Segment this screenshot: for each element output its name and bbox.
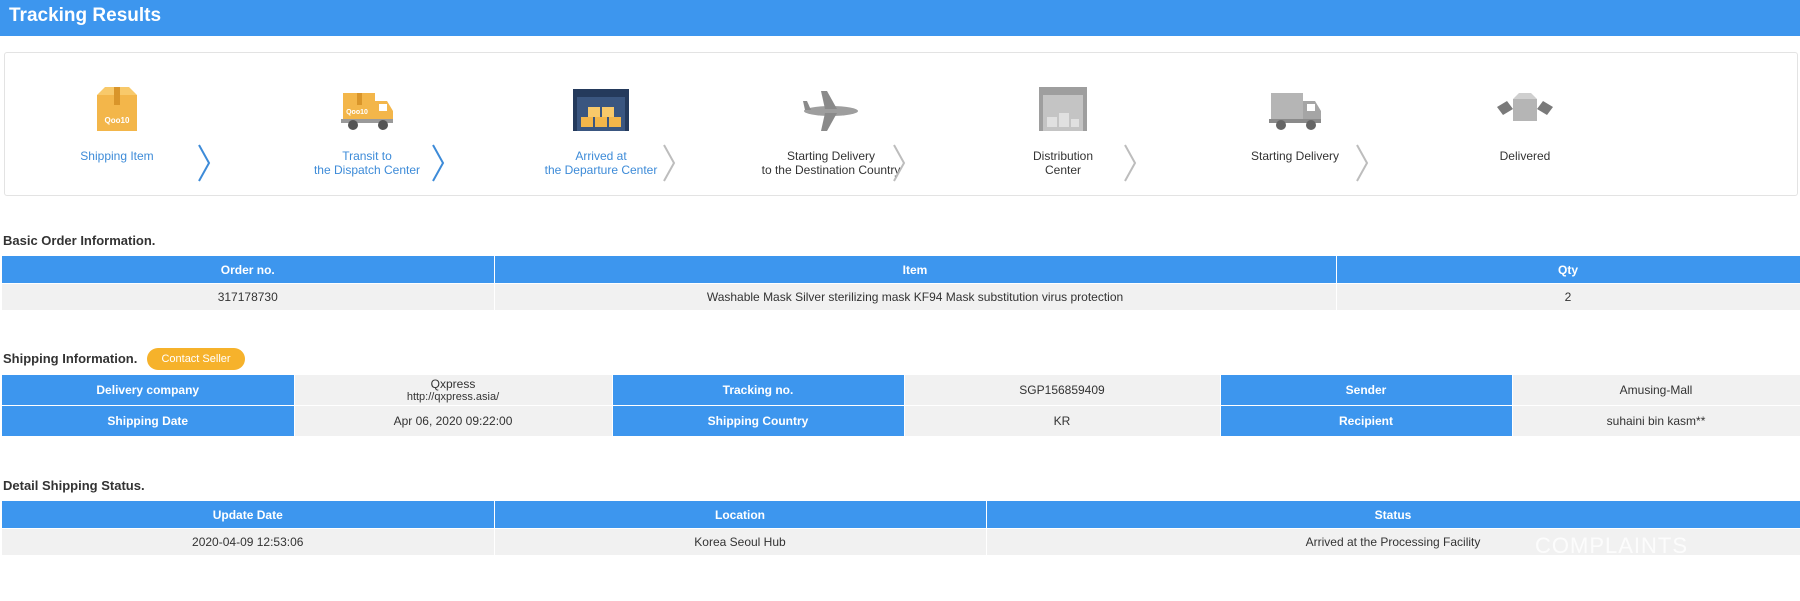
delivery-company-label: Delivery company <box>2 375 295 406</box>
delivery-truck-icon <box>1269 93 1321 130</box>
qty-value: 2 <box>1336 283 1800 311</box>
shipping-info-title: Shipping Information. <box>3 351 138 366</box>
sender-label: Sender <box>1220 375 1513 406</box>
step-label: Delivered <box>1499 149 1551 163</box>
shipping-date-value: Apr 06, 2020 09:22:00 <box>294 405 613 437</box>
table-row: 2020-04-09 12:53:06 Korea Seoul Hub Arri… <box>2 528 1800 556</box>
order-no-value: 317178730 <box>2 283 495 311</box>
chevron-right-icon <box>432 144 445 182</box>
shipping-country-value: KR <box>904 405 1221 437</box>
table-row: Shipping Date Apr 06, 2020 09:22:00 Ship… <box>2 405 1800 437</box>
shipping-date-label: Shipping Date <box>2 405 295 437</box>
header-bar: Tracking Results <box>0 0 1800 36</box>
contact-seller-button[interactable]: Contact Seller <box>147 348 245 370</box>
recipient-value: suhaini bin kasm** <box>1512 405 1800 437</box>
column-header-status: Status <box>986 501 1800 529</box>
chevron-right-icon <box>1124 144 1137 182</box>
sender-value: Amusing-Mall <box>1512 375 1800 406</box>
tracking-no-label: Tracking no. <box>612 375 905 406</box>
shipping-info-table: Delivery company Qxpress http://qxpress.… <box>2 375 1800 437</box>
step-shipping-item: Qoo10 Shipping Item <box>17 53 217 197</box>
delivery-company-name: Qxpress <box>430 377 476 391</box>
recipient-label: Recipient <box>1220 405 1513 437</box>
column-header-qty: Qty <box>1336 256 1800 284</box>
update-date-value: 2020-04-09 12:53:06 <box>2 528 495 556</box>
table-header-row: Order no. Item Qty <box>2 256 1800 284</box>
table-row: Delivery company Qxpress http://qxpress.… <box>2 375 1800 406</box>
airplane-icon <box>803 91 858 131</box>
delivery-company-url: http://qxpress.asia/ <box>406 391 500 403</box>
table-row: 317178730 Washable Mask Silver sterilizi… <box>2 283 1800 311</box>
column-header-item: Item <box>494 256 1337 284</box>
basic-order-title: Basic Order Information. <box>3 233 156 248</box>
watermark-text: COMPLAINTS <box>1535 533 1689 558</box>
truck-icon: Qoo10 <box>341 93 393 130</box>
step-label: Shipping Item <box>80 149 154 163</box>
column-header-update-date: Update Date <box>2 501 495 529</box>
shipping-country-label: Shipping Country <box>612 405 905 437</box>
box-icon: Qoo10 <box>97 87 137 131</box>
item-value: Washable Mask Silver sterilizing mask KF… <box>494 283 1337 311</box>
chevron-right-icon <box>663 144 676 182</box>
chevron-right-icon <box>1356 144 1369 182</box>
location-value: Korea Seoul Hub <box>494 528 987 556</box>
basic-order-table: Order no. Item Qty 317178730 Washable Ma… <box>2 256 1800 311</box>
svg-text:Qoo10: Qoo10 <box>105 116 130 125</box>
chevron-right-icon <box>893 144 906 182</box>
tracking-no-value: SGP156859409 <box>904 375 1221 406</box>
svg-text:Qoo10: Qoo10 <box>346 109 368 116</box>
chevron-right-icon <box>198 144 211 182</box>
column-header-order-no: Order no. <box>2 256 495 284</box>
delivery-company-value: Qxpress http://qxpress.asia/ <box>294 375 613 406</box>
delivered-icon <box>1497 93 1553 121</box>
page-title: Tracking Results <box>9 5 162 26</box>
detail-status-table: Update Date Location Status 2020-04-09 1… <box>2 501 1800 556</box>
table-header-row: Update Date Location Status <box>2 501 1800 529</box>
column-header-location: Location <box>494 501 987 529</box>
warehouse-icon <box>573 89 629 131</box>
distribution-center-icon <box>1039 87 1087 131</box>
tracking-steps-panel: Qoo10 Shipping Item Qoo10 Transit to the … <box>4 52 1798 196</box>
detail-status-title: Detail Shipping Status. <box>3 478 145 493</box>
step-delivered: Delivered <box>1425 53 1625 197</box>
